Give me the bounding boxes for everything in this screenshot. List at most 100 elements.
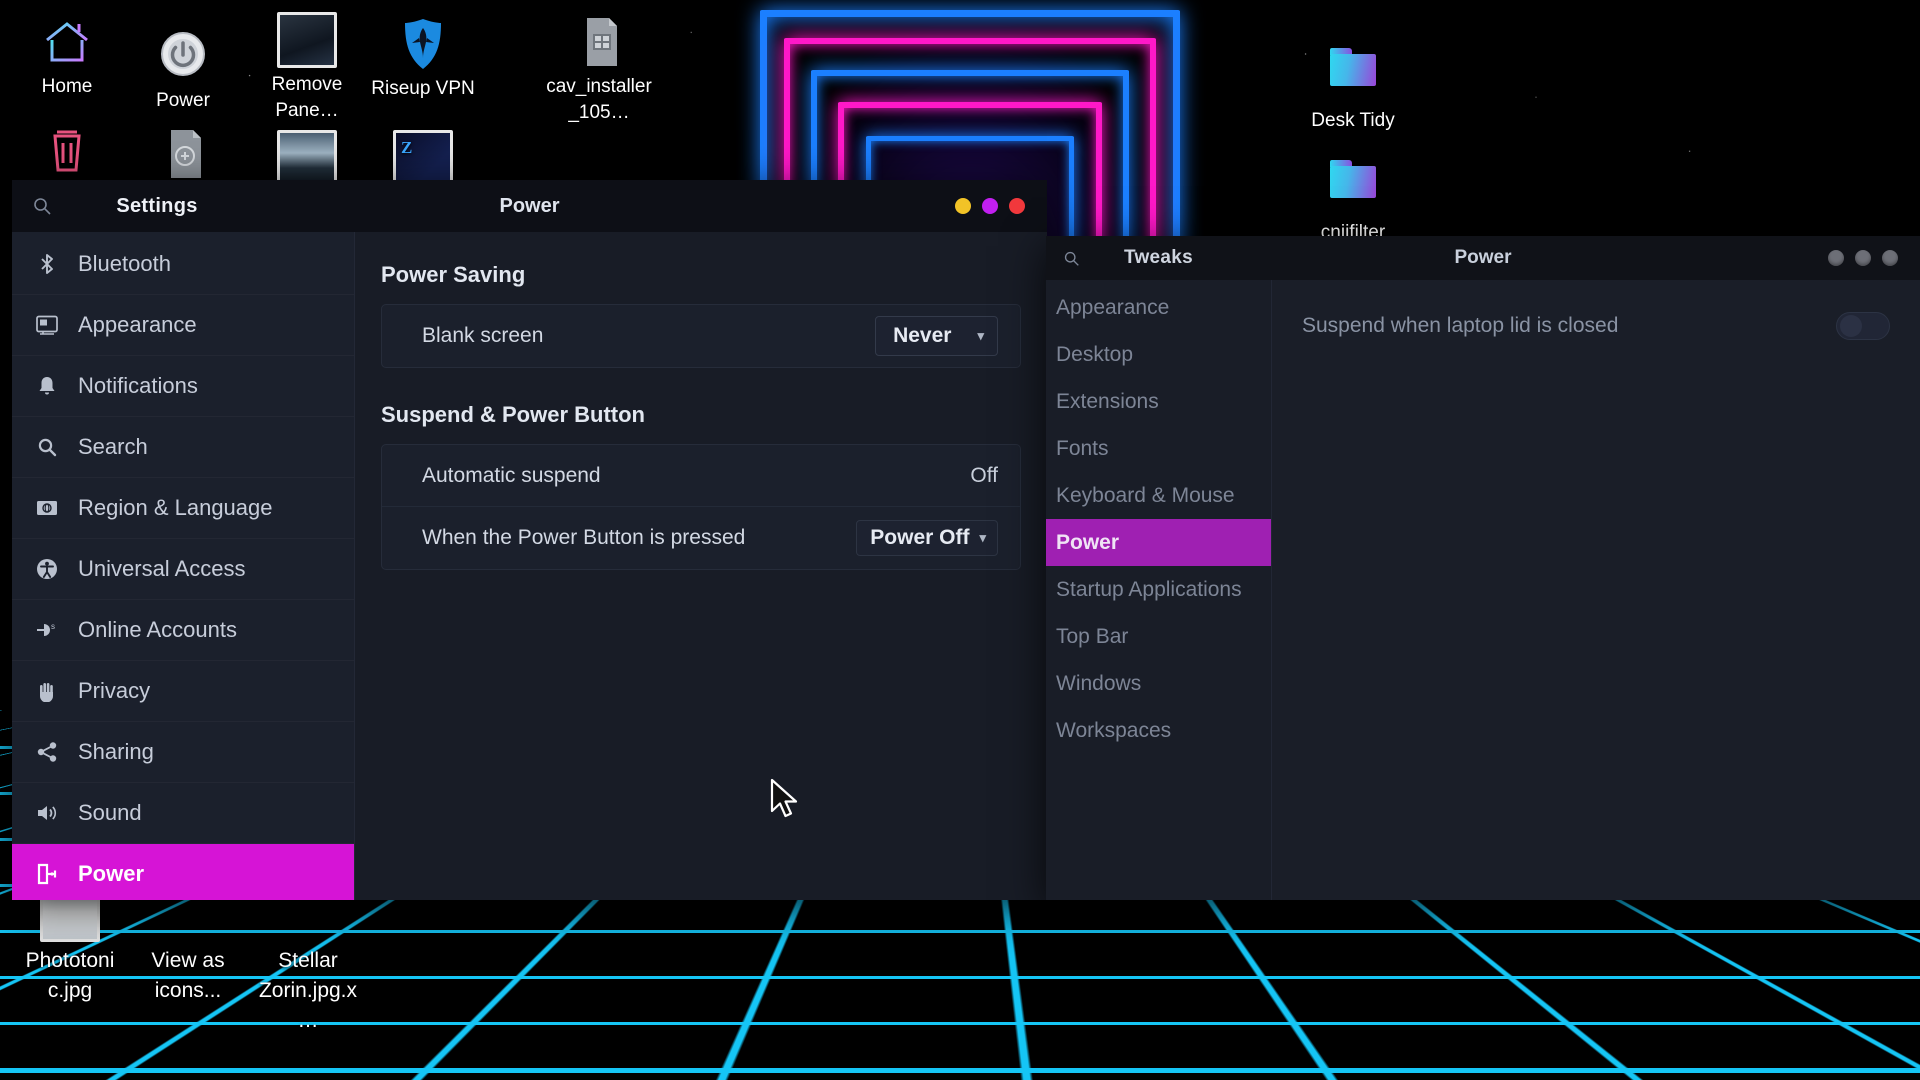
tweaks-item-label: Power [1056, 530, 1120, 554]
sidebar-item-online-accounts[interactable]: s Online Accounts [12, 600, 354, 661]
bluetooth-icon [34, 253, 60, 275]
close-button[interactable] [1882, 250, 1898, 266]
desktop-icon-remove-panel[interactable]: Remove Pane… [254, 12, 360, 124]
desktop-icon-home[interactable]: Home [14, 14, 120, 100]
tweaks-item-appearance[interactable]: Appearance [1046, 284, 1271, 331]
desktop-icon-stellar-zorin[interactable]: Stellar Zorin.jpg.x… [258, 886, 358, 1036]
sidebar-item-region-language[interactable]: Region & Language [12, 478, 354, 539]
power-saving-card: Blank screen Never ▾ [381, 304, 1021, 368]
close-button[interactable] [1009, 198, 1025, 214]
row-power-button-action[interactable]: When the Power Button is pressed Power O… [382, 507, 1020, 569]
chevron-down-icon: ▾ [977, 328, 984, 343]
tweaks-item-power[interactable]: Power [1046, 519, 1271, 566]
sidebar-item-label: Power [78, 861, 145, 886]
tweaks-item-label: Appearance [1056, 295, 1170, 319]
sidebar-item-bluetooth[interactable]: Bluetooth [12, 234, 354, 295]
maximize-button[interactable] [982, 198, 998, 214]
maximize-button[interactable] [1855, 250, 1871, 266]
minimize-button[interactable] [1828, 250, 1844, 266]
power-button-action-dropdown[interactable]: Power Off ▾ [856, 520, 998, 556]
section-heading-suspend-power-button: Suspend & Power Button [381, 402, 645, 427]
desktop-icon-desk-tidy[interactable]: Desk Tidy [1300, 48, 1406, 134]
tweaks-item-windows[interactable]: Windows [1046, 660, 1271, 707]
speaker-icon [34, 803, 60, 823]
dropdown-value: Power Off [870, 526, 970, 549]
document-icon [130, 126, 236, 182]
folder-icon [1330, 48, 1376, 104]
sidebar-item-appearance[interactable]: Appearance [12, 295, 354, 356]
bell-icon [34, 375, 60, 397]
tweaks-item-startup-applications[interactable]: Startup Applications [1046, 566, 1271, 613]
tweaks-item-label: Keyboard & Mouse [1056, 483, 1235, 507]
desktop-icon-power[interactable]: Power [130, 28, 236, 114]
row-label: When the Power Button is pressed [422, 526, 746, 549]
dropdown-value: Never [893, 324, 952, 347]
desktop-icon-document[interactable] [130, 126, 236, 186]
suspend-on-lid-close-toggle[interactable] [1836, 312, 1890, 340]
tweaks-item-desktop[interactable]: Desktop [1046, 331, 1271, 378]
desktop-icon-label: Remove Pane… [271, 74, 343, 121]
row-blank-screen[interactable]: Blank screen Never ▾ [382, 305, 1020, 367]
row-label: Automatic suspend [422, 463, 601, 487]
desktop-icon-label: Riseup VPN [371, 78, 475, 99]
desktop-icon-riseup-vpn[interactable]: Riseup VPN [370, 16, 476, 102]
search-icon [34, 437, 60, 457]
chevron-down-icon: ▾ [979, 530, 986, 545]
sidebar-item-search[interactable]: Search [12, 417, 354, 478]
tweaks-sidebar[interactable]: Appearance Desktop Extensions Fonts Keyb… [1046, 280, 1272, 900]
universal-access-icon [34, 558, 60, 580]
hand-icon [34, 680, 60, 702]
desktop-icon-label: Desk Tidy [1311, 110, 1395, 131]
desktop-icon-cnijfilter[interactable]: cnijfilter [1300, 160, 1406, 246]
minimize-button[interactable] [955, 198, 971, 214]
settings-sidebar[interactable]: Bluetooth Appearance Notifications Searc… [12, 232, 355, 900]
desktop-icon-phototonic[interactable]: Phototonic.jpg [22, 886, 118, 1006]
image-thumbnail-icon [277, 12, 337, 68]
tweaks-item-extensions[interactable]: Extensions [1046, 378, 1271, 425]
desktop-icon-label: cav_installer_105… [546, 76, 652, 123]
automatic-suspend-value: Off [970, 463, 998, 487]
desktop-icon-label: Phototonic.jpg [25, 949, 115, 1002]
tweaks-item-keyboard-mouse[interactable]: Keyboard & Mouse [1046, 472, 1271, 519]
tweaks-item-label: Windows [1056, 671, 1142, 695]
tweaks-titlebar[interactable]: Tweaks Power [1046, 236, 1920, 280]
desktop-icon-view-as-icons[interactable]: View as icons... [140, 886, 236, 1006]
tweaks-item-workspaces[interactable]: Workspaces [1046, 707, 1271, 754]
riseup-vpn-icon [370, 16, 476, 72]
folder-icon [1330, 160, 1376, 216]
sidebar-item-privacy[interactable]: Privacy [12, 661, 354, 722]
sidebar-item-label: Online Accounts [78, 617, 237, 642]
sidebar-item-sound[interactable]: Sound [12, 783, 354, 844]
row-label: Suspend when laptop lid is closed [1302, 314, 1619, 337]
tweaks-item-label: Top Bar [1056, 624, 1129, 648]
settings-window[interactable]: Settings Power Bluetooth Appearance Noti… [12, 180, 1047, 900]
sidebar-item-label: Search [78, 434, 148, 459]
sidebar-item-label: Universal Access [78, 556, 246, 581]
sidebar-item-universal-access[interactable]: Universal Access [12, 539, 354, 600]
tweaks-item-fonts[interactable]: Fonts [1046, 425, 1271, 472]
sidebar-item-label: Sound [78, 800, 142, 825]
tweaks-window[interactable]: Tweaks Power Appearance Desktop Extensio… [1046, 236, 1920, 900]
tweaks-content-area: Suspend when laptop lid is closed [1272, 280, 1920, 900]
desktop-icon-cav-installer[interactable]: cav_installer_105… [546, 14, 652, 126]
tweaks-item-top-bar[interactable]: Top Bar [1046, 613, 1271, 660]
tweaks-window-controls[interactable] [1828, 250, 1920, 266]
sidebar-item-label: Sharing [78, 739, 154, 764]
settings-titlebar[interactable]: Settings Power [12, 180, 1047, 232]
sidebar-item-label: Appearance [78, 312, 197, 337]
sidebar-item-label: Privacy [78, 678, 151, 703]
sidebar-item-label: Notifications [78, 373, 198, 398]
desktop-icon-label: Stellar Zorin.jpg.x… [258, 949, 358, 1032]
sidebar-item-label: Bluetooth [78, 251, 171, 276]
row-suspend-on-lid-close[interactable]: Suspend when laptop lid is closed [1302, 306, 1890, 346]
sidebar-item-sharing[interactable]: Sharing [12, 722, 354, 783]
share-icon [34, 741, 60, 763]
blank-screen-dropdown[interactable]: Never ▾ [875, 316, 998, 356]
tweaks-item-label: Workspaces [1056, 718, 1172, 742]
desktop-icon-trash[interactable] [14, 122, 120, 182]
sidebar-item-notifications[interactable]: Notifications [12, 356, 354, 417]
home-icon [14, 14, 120, 70]
sidebar-item-power[interactable]: Power [12, 844, 354, 900]
row-automatic-suspend[interactable]: Automatic suspend Off [382, 445, 1020, 507]
settings-window-controls[interactable] [955, 198, 1047, 214]
